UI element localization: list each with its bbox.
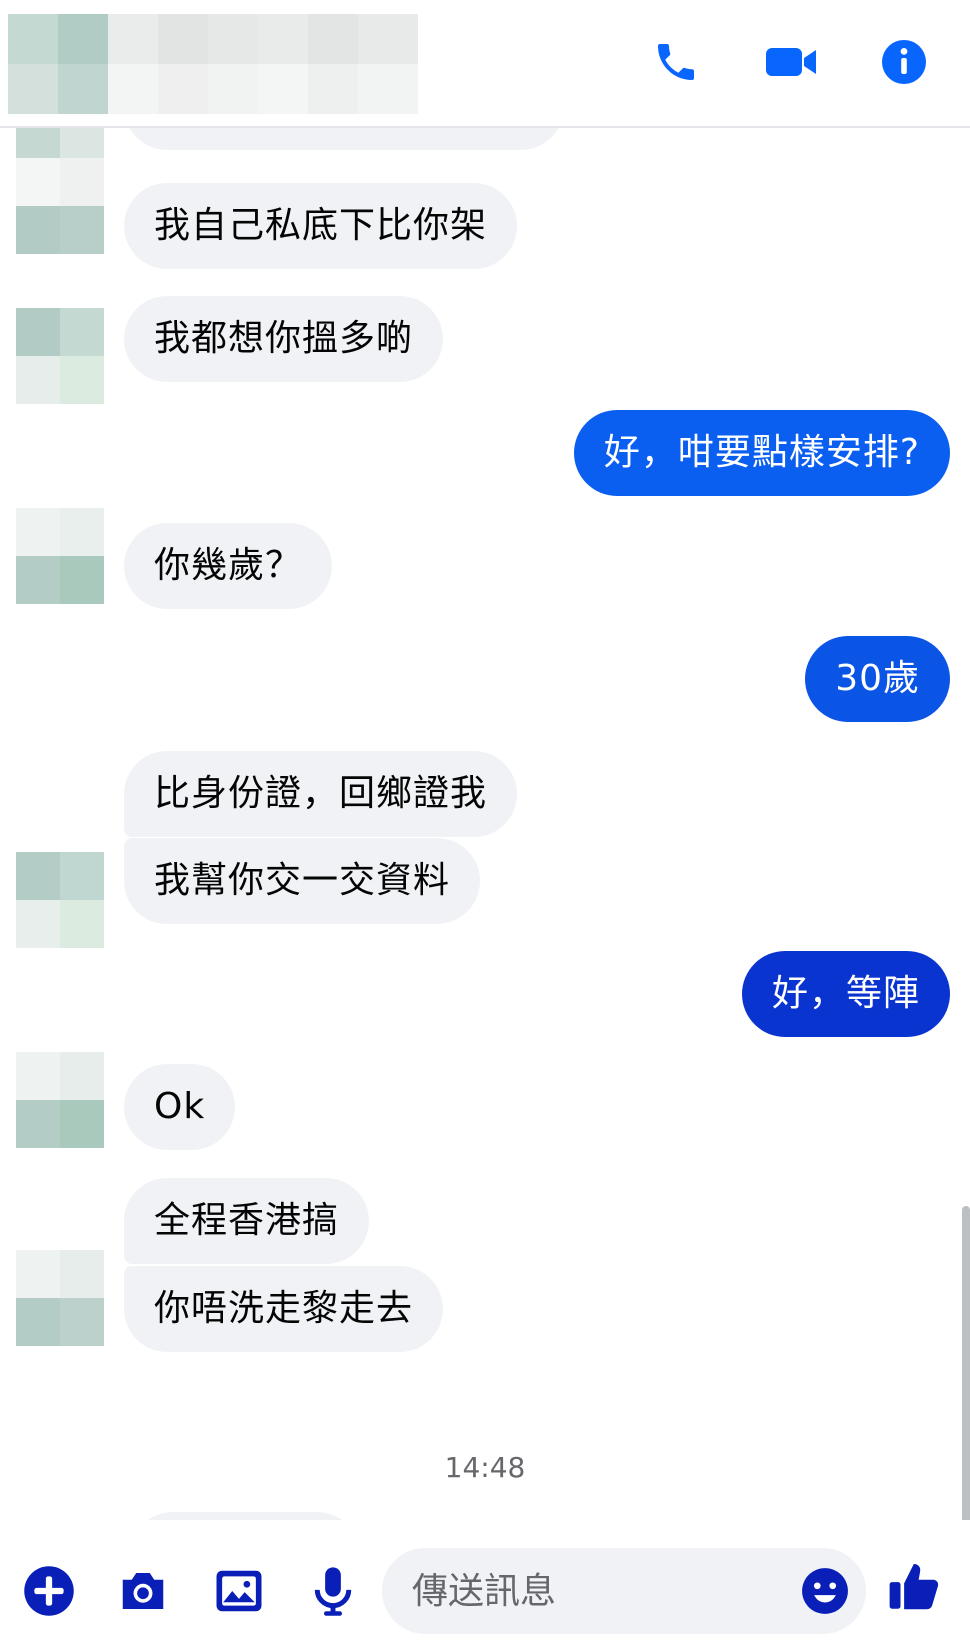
contact-avatar[interactable] xyxy=(16,852,104,948)
message-bubble-incoming[interactable]: 全程香港搞 xyxy=(124,1178,370,1264)
message-bubble-outgoing[interactable]: 好，等陣 xyxy=(741,951,950,1037)
message-bubble-incoming[interactable]: 我都想你搵多啲 xyxy=(124,296,444,382)
conversation-header xyxy=(0,0,970,128)
thumbs-up-icon[interactable] xyxy=(886,1558,944,1616)
contact-info-blurred[interactable] xyxy=(8,14,418,114)
message-bubble-partial xyxy=(130,1512,360,1520)
contact-avatar[interactable] xyxy=(16,1052,104,1148)
message-timestamp: 14:48 xyxy=(444,1451,526,1484)
message-bubble-incoming[interactable]: Ok xyxy=(124,1064,236,1150)
contact-avatar[interactable] xyxy=(16,508,104,604)
message-bubble-incoming[interactable]: 你唔洗走黎走去 xyxy=(124,1266,444,1352)
message-bubble-outgoing[interactable]: 好，咁要點樣安排? xyxy=(573,410,950,496)
message-input[interactable] xyxy=(382,1548,866,1634)
message-bubble-incoming[interactable]: 你幾歲？ xyxy=(124,523,333,609)
microphone-icon[interactable] xyxy=(306,1564,360,1618)
gallery-icon[interactable] xyxy=(212,1564,266,1618)
emoji-icon[interactable] xyxy=(800,1566,850,1616)
contact-avatar[interactable] xyxy=(16,1250,104,1346)
message-bubble-incoming[interactable]: 比身份證，回鄉證我 xyxy=(124,751,518,837)
phone-icon[interactable] xyxy=(652,38,700,86)
message-bubble-incoming[interactable]: 我自己私底下比你架 xyxy=(124,183,518,269)
scrollbar[interactable] xyxy=(962,1206,970,1520)
video-call-icon[interactable] xyxy=(764,38,820,86)
plus-icon[interactable] xyxy=(22,1564,76,1618)
message-composer xyxy=(0,1536,970,1646)
message-bubble-outgoing[interactable]: 30歲 xyxy=(805,636,950,722)
camera-icon[interactable] xyxy=(116,1564,170,1618)
info-icon[interactable] xyxy=(880,38,928,86)
message-thread[interactable]: 我自己私底下比你架 我都想你搵多啲 好，咁要點樣安排? 你幾歲？ 30歲 比身份… xyxy=(0,0,970,1520)
message-bubble-incoming[interactable]: 我幫你交一交資料 xyxy=(124,838,481,924)
contact-avatar[interactable] xyxy=(16,308,104,404)
contact-avatar[interactable] xyxy=(16,110,104,254)
